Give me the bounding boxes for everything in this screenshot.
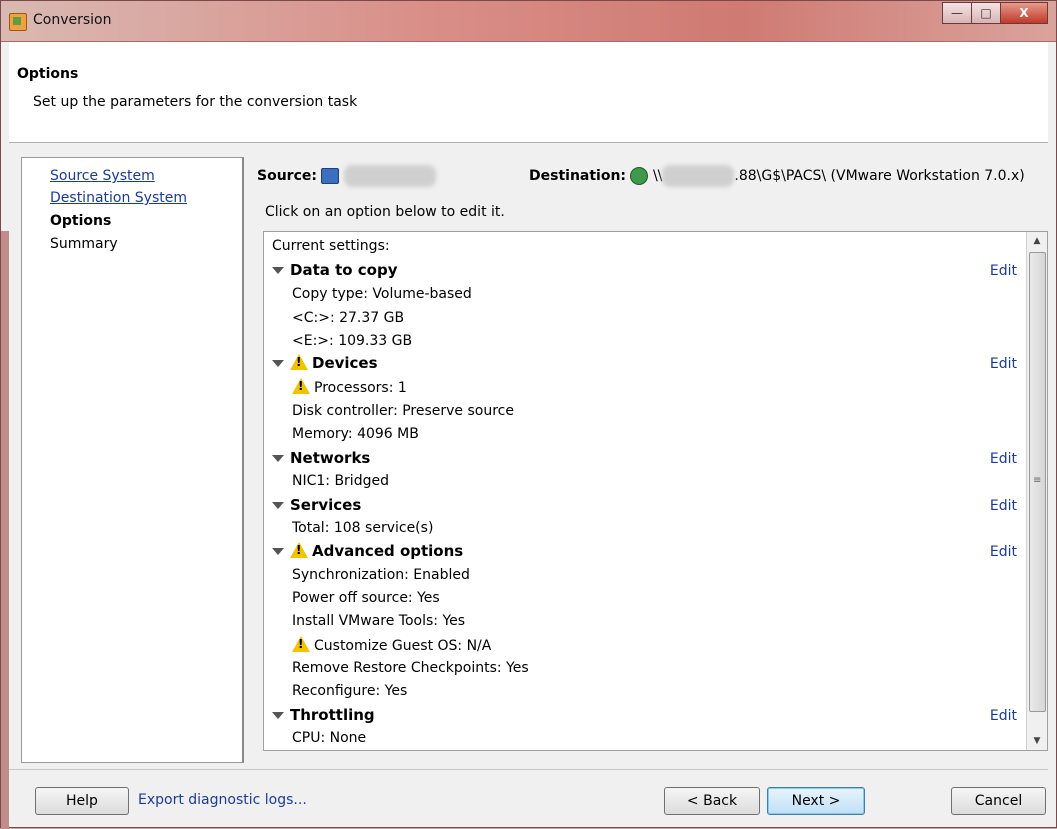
setting-item: Total: 108 service(s) — [292, 520, 434, 536]
wizard-nav: Source System Destination System Options… — [21, 157, 244, 763]
section-title: Devices — [312, 354, 378, 372]
minimize-button[interactable]: — — [942, 2, 972, 24]
section-services[interactable]: Services — [272, 496, 361, 514]
nav-item-summary: Summary — [50, 236, 118, 252]
warning-icon — [292, 378, 310, 394]
expand-icon[interactable] — [272, 455, 284, 462]
setting-item: Copy type: Volume-based — [292, 286, 472, 302]
edit-hint: Click on an option below to edit it. — [265, 204, 505, 220]
footer-divider — [9, 769, 1048, 770]
window-title: Conversion — [33, 12, 112, 28]
section-title: Services — [290, 496, 362, 514]
setting-item: Processors: 1 — [292, 378, 407, 396]
section-data-to-copy[interactable]: Data to copy — [272, 261, 398, 279]
setting-item: Install VMware Tools: Yes — [292, 613, 466, 629]
section-advanced-options[interactable]: Advanced options — [272, 542, 463, 560]
section-title: Networks — [290, 449, 371, 467]
expand-icon[interactable] — [272, 360, 284, 367]
setting-item: Power off source: Yes — [292, 590, 440, 606]
edit-devices-link[interactable]: Edit — [990, 356, 1017, 372]
setting-item: Memory: 4096 MB — [292, 426, 419, 442]
edit-data-to-copy-link[interactable]: Edit — [990, 263, 1017, 279]
converter-app-icon — [9, 13, 27, 31]
setting-item: Synchronization: Enabled — [292, 567, 470, 583]
page-subtitle: Set up the parameters for the conversion… — [33, 94, 358, 110]
maximize-button[interactable]: □ — [971, 2, 1001, 24]
setting-item: Reconfigure: Yes — [292, 683, 408, 699]
expand-icon[interactable] — [272, 548, 284, 555]
destination-path-prefix: \\ — [652, 168, 663, 184]
setting-item: <C:>: 27.37 GB — [292, 310, 405, 326]
scrollbar-thumb[interactable]: ≡ — [1029, 252, 1046, 712]
settings-panel[interactable]: Current settings: Data to copy Edit Copy… — [263, 231, 1048, 751]
grip-icon: ≡ — [1033, 475, 1042, 486]
nav-item-source-system[interactable]: Source System — [50, 168, 155, 184]
nav-item-options: Options — [50, 213, 112, 229]
next-button[interactable]: Next > — [767, 787, 865, 815]
warning-icon — [292, 636, 310, 652]
scroll-up-arrow-icon[interactable]: ▲ — [1027, 232, 1047, 250]
setting-item: Disk controller: Preserve source — [292, 403, 514, 419]
export-diagnostic-logs-link[interactable]: Export diagnostic logs... — [138, 792, 307, 808]
scroll-down-arrow-icon[interactable]: ▼ — [1027, 732, 1047, 750]
section-title: Throttling — [290, 706, 375, 724]
source-label: Source: — [257, 168, 317, 184]
help-button[interactable]: Help — [35, 787, 129, 815]
edit-networks-link[interactable]: Edit — [990, 451, 1017, 467]
back-button[interactable]: < Back — [664, 787, 760, 815]
edit-advanced-options-link[interactable]: Edit — [990, 544, 1017, 560]
setting-item: CPU: None — [292, 730, 367, 746]
warning-icon — [290, 542, 308, 558]
cancel-button[interactable]: Cancel — [951, 787, 1046, 815]
section-throttling[interactable]: Throttling — [272, 706, 375, 724]
vertical-scrollbar[interactable]: ▲ ≡ ▼ — [1026, 232, 1047, 750]
expand-icon[interactable] — [272, 267, 284, 274]
setting-text: Processors: 1 — [314, 380, 407, 396]
setting-item: NIC1: Bridged — [292, 473, 389, 489]
page-title: Options — [17, 66, 79, 82]
destination-label: Destination: — [529, 168, 627, 184]
close-button[interactable]: X — [1000, 2, 1048, 24]
vmware-icon — [630, 167, 649, 185]
section-devices[interactable]: Devices — [272, 354, 378, 372]
section-title: Advanced options — [312, 542, 464, 560]
edit-throttling-link[interactable]: Edit — [990, 708, 1017, 724]
expand-icon[interactable] — [272, 502, 284, 509]
window-edge — [1, 231, 9, 829]
title-bar[interactable]: Conversion — □ X — [1, 1, 1056, 42]
section-title: Data to copy — [290, 261, 398, 279]
destination-host-redacted — [662, 165, 735, 187]
source-info: Source: — [257, 165, 436, 187]
setting-item: Remove Restore Checkpoints: Yes — [292, 660, 529, 676]
expand-icon[interactable] — [272, 712, 284, 719]
window-controls: — □ X — [942, 2, 1048, 24]
setting-item: Customize Guest OS: N/A — [292, 636, 491, 654]
page-header: Options Set up the parameters for the co… — [9, 42, 1048, 143]
setting-text: Customize Guest OS: N/A — [314, 638, 492, 654]
section-networks[interactable]: Networks — [272, 449, 370, 467]
destination-path: .88\G$\PACS\ (VMware Workstation 7.0.x) — [734, 168, 1025, 184]
destination-info: Destination: \\ .88\G$\PACS\ (VMware Work… — [529, 165, 1025, 187]
source-name-redacted — [343, 165, 436, 187]
edit-services-link[interactable]: Edit — [990, 498, 1017, 514]
warning-icon — [290, 354, 308, 370]
conversion-window: Conversion — □ X Options Set up the para… — [0, 0, 1057, 829]
computer-icon — [321, 168, 340, 184]
nav-item-destination-system[interactable]: Destination System — [50, 190, 187, 206]
setting-item: <E:>: 109.33 GB — [292, 333, 413, 349]
settings-header: Current settings: — [272, 238, 390, 254]
